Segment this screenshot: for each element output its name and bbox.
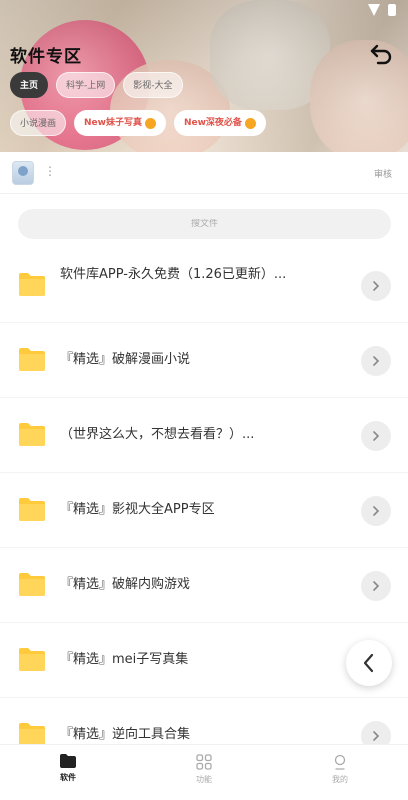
folder-icon [19, 423, 45, 446]
chip-science-internet[interactable]: 科学-上网 [56, 72, 116, 98]
list-item[interactable]: 『精选』破解内购游戏 [0, 548, 408, 623]
chip-late-night[interactable]: New深夜必备 [173, 110, 266, 136]
wifi-icon [368, 4, 380, 16]
bottom-nav: 软件 功能 我的 [0, 744, 408, 800]
folder-icon [19, 573, 45, 596]
status-bar-icons [368, 4, 396, 16]
tab-label: 软件 [60, 773, 76, 782]
floating-collapse-button[interactable] [346, 640, 392, 686]
category-chips-row-1: 主页 科学-上网 影视-大全 [10, 72, 183, 98]
grid-icon [196, 754, 212, 770]
chip-label: New深夜必备 [183, 118, 242, 128]
back-button[interactable] [368, 40, 394, 66]
return-icon [370, 44, 392, 65]
hot-badge-icon [244, 117, 256, 129]
chip-novels-comics[interactable]: 小说漫画 [10, 110, 67, 136]
chevron-right-icon [373, 281, 380, 291]
list-item[interactable]: 『精选』破解漫画小说 [0, 323, 408, 398]
header-banner: 软件专区 主页 科学-上网 影视-大全 小说漫画 New妹子写真 New深夜必备 [0, 0, 408, 152]
battery-icon [388, 4, 396, 16]
chip-home[interactable]: 主页 [10, 72, 49, 98]
item-label: 『精选』破解内购游戏 [60, 577, 191, 592]
profile-icon [334, 754, 346, 770]
search-bar[interactable] [18, 209, 391, 239]
hot-badge-icon [144, 117, 156, 129]
folder-icon [60, 754, 76, 768]
tab-label: 我的 [332, 775, 348, 784]
tab-label: 功能 [196, 775, 212, 784]
folder-icon [19, 348, 45, 371]
chevron-right-icon [373, 431, 380, 441]
search-input[interactable] [18, 219, 391, 229]
chip-video[interactable]: 影视-大全 [123, 72, 183, 98]
chevron-right-icon [373, 581, 380, 591]
item-label: 软件库APP-永久免费（1.26已更新）... [60, 267, 287, 282]
list-item[interactable]: 软件库APP-永久免费（1.26已更新）... [0, 248, 408, 323]
chip-label: New妹子写真 [84, 118, 142, 128]
folder-icon [19, 648, 45, 671]
file-list: 软件库APP-永久免费（1.26已更新）... 『精选』破解漫画小说 （世界这么… [0, 248, 408, 773]
chevron-left-icon [363, 653, 374, 673]
open-button[interactable] [361, 496, 391, 526]
open-button[interactable] [361, 271, 391, 301]
user-row: ⋮ 审核 [0, 152, 408, 194]
tab-profile[interactable]: 我的 [272, 745, 408, 800]
folder-icon [19, 498, 45, 521]
item-label: 『精选』破解漫画小说 [60, 352, 191, 367]
list-item[interactable]: （世界这么大，不想去看看？）... [0, 398, 408, 473]
folder-icon [19, 273, 45, 296]
open-button[interactable] [361, 421, 391, 451]
tab-software[interactable]: 软件 [0, 745, 136, 800]
review-link[interactable]: 审核 [374, 167, 392, 180]
open-button[interactable] [361, 571, 391, 601]
chevron-right-icon [373, 731, 380, 741]
category-chips-row-2: 小说漫画 New妹子写真 New深夜必备 [10, 110, 266, 136]
chip-photo-album[interactable]: New妹子写真 [74, 110, 166, 136]
chevron-right-icon [373, 356, 380, 366]
page-title: 软件专区 [10, 47, 82, 67]
item-label: 『精选』逆向工具合集 [60, 727, 191, 742]
item-label: （世界这么大，不想去看看？）... [60, 427, 255, 442]
item-label: 『精选』mei子写真集 [60, 652, 189, 667]
chevron-right-icon [373, 506, 380, 516]
item-label: 『精选』影视大全APP专区 [60, 502, 215, 517]
list-item[interactable]: 『精选』影视大全APP专区 [0, 473, 408, 548]
tab-features[interactable]: 功能 [136, 745, 272, 800]
avatar[interactable] [12, 161, 34, 185]
open-button[interactable] [361, 346, 391, 376]
chip-label: 小说漫画 [20, 119, 57, 129]
user-name: ⋮ [44, 164, 56, 178]
